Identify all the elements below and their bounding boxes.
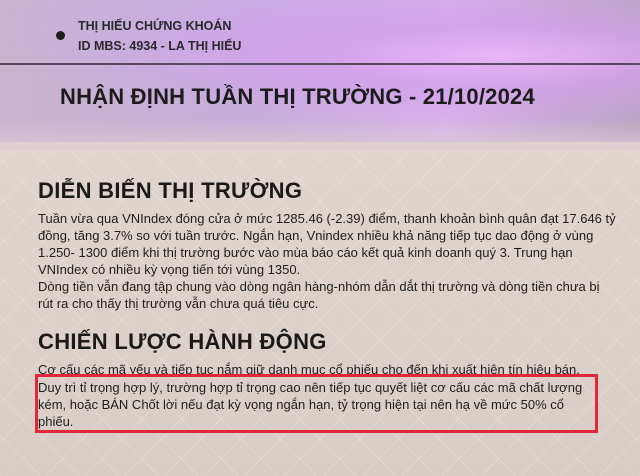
highlight-box (35, 374, 598, 433)
market-section-title: DIỄN BIẾN THỊ TRƯỜNG (38, 178, 303, 203)
market-line: VNIndex có nhiều kỳ vọng tiến tới vùng 1… (38, 262, 301, 277)
header-fade (0, 120, 640, 150)
brand-broker-id: ID MBS: 4934 - LA THỊ HIẾU (78, 39, 242, 53)
report-title: NHẬN ĐỊNH TUẦN THỊ TRƯỜNG - 21/10/2024 (60, 84, 535, 109)
market-line: đồng, tăng 3.7% so với tuần trước. Ngắn … (38, 228, 594, 243)
market-line: 1.250- 1300 điểm khi thị trường bước vào… (38, 245, 573, 260)
market-line: rút ra cho thấy thị trường vẫn chưa quá … (38, 296, 319, 311)
header-divider (0, 63, 640, 65)
brand-company: THỊ HIẾU CHỨNG KHOÁN (78, 19, 232, 33)
market-line: Tuần vừa qua VNIndex đóng cửa ở mức 1285… (38, 211, 616, 226)
market-line: Dòng tiền vẫn đang tập chung vào dòng ng… (38, 279, 600, 294)
strategy-section-title: CHIẾN LƯỢC HÀNH ĐỘNG (38, 329, 327, 354)
bullet-icon (56, 31, 65, 40)
report-page: THỊ HIẾU CHỨNG KHOÁN ID MBS: 4934 - LA T… (0, 0, 640, 476)
